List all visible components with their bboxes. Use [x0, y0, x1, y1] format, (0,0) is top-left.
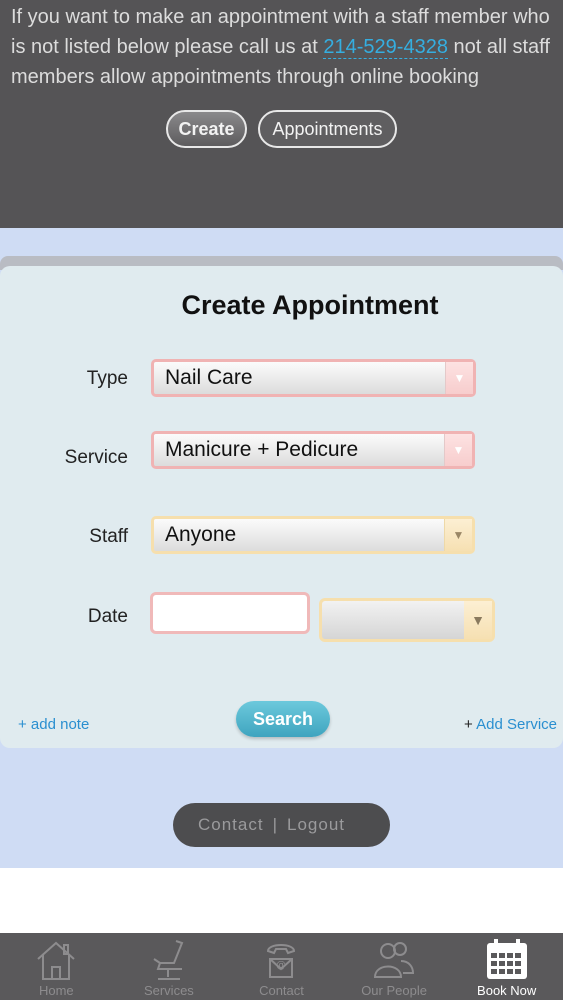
page-title: Create Appointment: [181, 290, 439, 320]
contact-link[interactable]: Contact: [198, 815, 264, 834]
chevron-down-icon: ▼: [444, 519, 472, 551]
service-value: Manicure + Pedicure: [165, 438, 359, 461]
service-select[interactable]: Manicure + Pedicure ▼: [151, 431, 475, 469]
calendar-icon: [486, 939, 527, 979]
footer-links: Contact | Logout: [173, 803, 390, 847]
tab-book-now[interactable]: Book Now: [450, 933, 563, 1000]
time-select[interactable]: ▼: [319, 598, 495, 642]
type-select[interactable]: Nail Care ▼: [151, 359, 476, 397]
appointments-button[interactable]: Appointments: [258, 110, 397, 148]
tab-home[interactable]: Home: [0, 933, 113, 1000]
tab-our-people[interactable]: Our People: [338, 933, 451, 1000]
logout-link[interactable]: Logout: [287, 815, 345, 834]
footer-separator: |: [272, 815, 279, 834]
chevron-down-icon: ▼: [445, 362, 473, 394]
tab-services[interactable]: Services: [113, 933, 226, 1000]
type-value: Nail Care: [165, 366, 253, 389]
appointment-card: [0, 266, 563, 748]
date-input[interactable]: [150, 592, 310, 634]
chevron-down-icon: ▼: [444, 434, 472, 466]
tab-label: Contact: [259, 983, 304, 998]
plus-sign: +: [464, 716, 473, 733]
home-icon: [37, 941, 75, 980]
create-button[interactable]: Create: [166, 110, 247, 148]
svg-text:@: @: [276, 960, 286, 971]
phone-link[interactable]: 214-529-4328: [323, 36, 448, 59]
tab-label: Book Now: [477, 983, 537, 998]
tab-label: Services: [143, 983, 194, 998]
add-service-link[interactable]: + Add Service: [464, 716, 557, 733]
type-label: Type: [86, 368, 128, 389]
date-label: Date: [87, 606, 128, 627]
add-note-link[interactable]: + add note: [18, 716, 89, 733]
staff-value: Anyone: [165, 523, 237, 546]
staff-label: Staff: [89, 526, 128, 547]
people-icon: [374, 942, 415, 978]
barber-chair-icon: [153, 940, 184, 980]
info-text: If you want to make an appointment with …: [11, 2, 563, 92]
search-button[interactable]: Search: [236, 701, 330, 737]
header-panel: If you want to make an appointment with …: [0, 0, 563, 228]
tab-label: Home: [38, 983, 74, 998]
add-service-label: Add Service: [476, 716, 557, 733]
contact-icon: @: [267, 944, 296, 978]
tab-contact[interactable]: @ Contact: [225, 933, 338, 1000]
staff-select[interactable]: Anyone ▼: [151, 516, 475, 554]
tab-bar: Home Services @ Contact Our People Book …: [0, 933, 563, 1000]
chevron-down-icon: ▼: [464, 601, 492, 639]
service-label: Service: [64, 447, 128, 468]
tab-label: Our People: [361, 983, 427, 998]
